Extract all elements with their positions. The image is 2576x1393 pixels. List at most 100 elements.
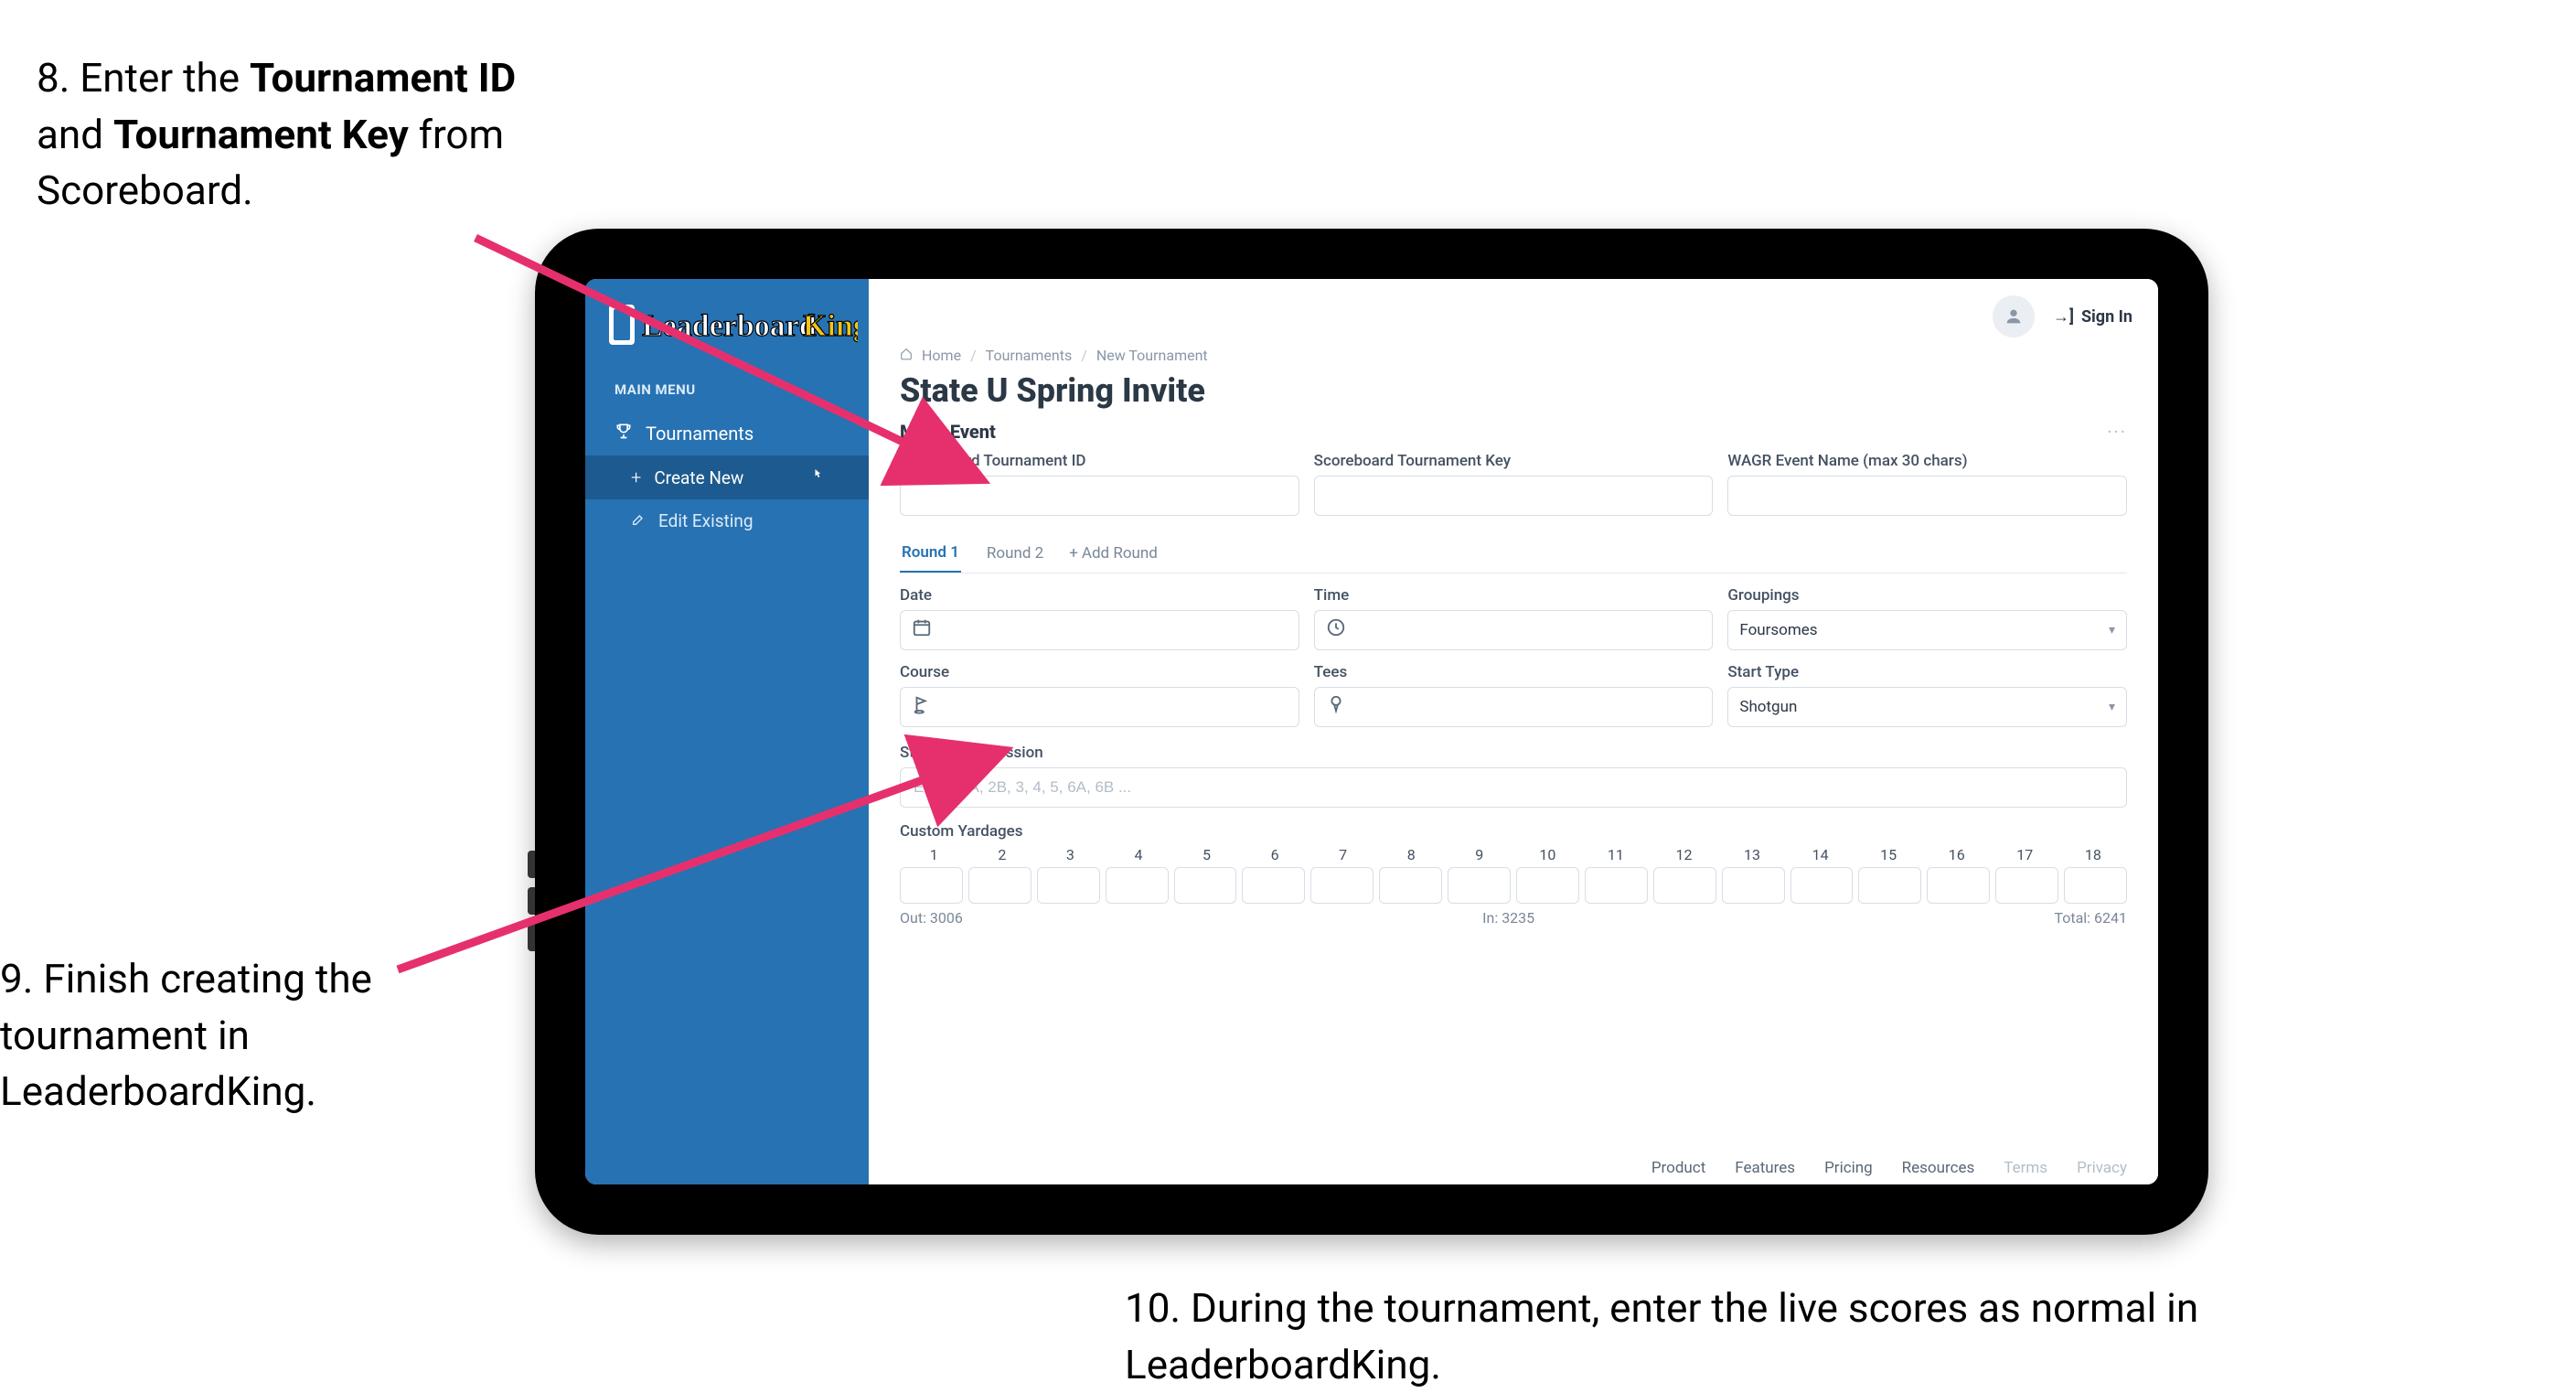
edit-icon [631, 512, 646, 530]
field-label: Custom Yardages [900, 822, 2127, 841]
tab-round-1[interactable]: Round 1 [900, 534, 961, 573]
app-main: →] Sign In Home / Tournaments / New Tour… [869, 279, 2158, 1184]
field-label: Scoreboard Tournament ID [900, 452, 1299, 470]
user-icon [2004, 306, 2024, 327]
clock-icon [1326, 617, 1346, 643]
field-label: Scoreboard Tournament Key [1314, 452, 1714, 470]
yardage-input[interactable] [1310, 867, 1374, 904]
hole-num: 2 [968, 846, 1037, 867]
yardage-input[interactable] [1722, 867, 1785, 904]
text: 8. Enter the [37, 54, 250, 102]
avatar[interactable] [1993, 295, 2035, 338]
yardage-input[interactable] [1927, 867, 1990, 904]
step10-annotation: 10. During the tournament, enter the liv… [1125, 1280, 2314, 1393]
field-groupings: Groupings Foursomes ▾ [1727, 586, 2127, 650]
hole-num: 5 [1172, 846, 1241, 867]
hole-num: 11 [1582, 846, 1651, 867]
footer-resources[interactable]: Resources [1902, 1159, 1975, 1177]
logo: Leaderboard King [585, 295, 869, 378]
tablet-screen: Leaderboard King MAIN MENU Tournaments +… [585, 279, 2158, 1184]
field-start-type: Start Type Shotgun ▾ [1727, 663, 2127, 727]
yardage-input[interactable] [1790, 867, 1854, 904]
sidebar-item-label: Edit Existing [658, 510, 754, 531]
chevron-down-icon: ▾ [2109, 623, 2115, 638]
calendar-icon [912, 617, 932, 643]
time-input[interactable] [1314, 610, 1714, 650]
yardage-input[interactable] [968, 867, 1031, 904]
yardage-input[interactable] [1585, 867, 1648, 904]
sidebar-item-create-new[interactable]: + Create New [585, 455, 869, 499]
yardage-input[interactable] [2064, 867, 2127, 904]
out-total: Out: 3006 [900, 909, 963, 927]
select-value: Shotgun [1739, 698, 1797, 716]
scoreboard-key-input[interactable] [1314, 476, 1714, 516]
field-label: Start Type [1727, 663, 2127, 681]
add-round-button[interactable]: +Add Round [1069, 544, 1158, 563]
field-label: Starting Progression [900, 744, 2127, 762]
yardage-input[interactable] [1242, 867, 1305, 904]
field-course: Course [900, 663, 1299, 727]
footer-privacy[interactable]: Privacy [2077, 1159, 2127, 1177]
plus-icon: + [631, 466, 641, 488]
date-input[interactable] [900, 610, 1299, 650]
tablet-device: Leaderboard King MAIN MENU Tournaments +… [535, 229, 2208, 1235]
sidebar-item-tournaments[interactable]: Tournaments [585, 411, 869, 455]
select-value: Foursomes [1739, 621, 1817, 639]
hole-num: 3 [1036, 846, 1105, 867]
hole-num: 13 [1718, 846, 1787, 867]
home-icon[interactable] [900, 347, 913, 364]
footer-pricing[interactable]: Pricing [1824, 1159, 1873, 1177]
top-fields-row: Scoreboard Tournament ID Scoreboard Tour… [869, 448, 2158, 516]
scoreboard-id-input[interactable] [900, 476, 1299, 516]
hole-num: 14 [1786, 846, 1855, 867]
svg-text:Leaderboard: Leaderboard [642, 309, 817, 343]
hole-num: 17 [1991, 846, 2059, 867]
hole-num: 8 [1377, 846, 1446, 867]
hole-num: 6 [1241, 846, 1309, 867]
yardage-input[interactable] [1858, 867, 1921, 904]
text: 10. During the tournament, enter the liv… [1125, 1284, 2198, 1388]
yardage-input[interactable] [1448, 867, 1511, 904]
course-input[interactable] [900, 687, 1299, 727]
page-title: State U Spring Invite [869, 364, 2158, 421]
yardage-input[interactable] [1379, 867, 1442, 904]
footer-terms[interactable]: Terms [2004, 1159, 2047, 1177]
breadcrumb-new-tournament: New Tournament [1096, 347, 1208, 364]
breadcrumb-tournaments[interactable]: Tournaments [986, 347, 1073, 364]
sidebar-item-label: Create New [654, 467, 743, 488]
field-label: Tees [1314, 663, 1714, 681]
breadcrumb: Home / Tournaments / New Tournament [869, 341, 2158, 364]
round-tabs: Round 1 Round 2 +Add Round [900, 534, 2127, 573]
chevron-down-icon: ▾ [2109, 700, 2115, 714]
yardage-input[interactable] [1174, 867, 1237, 904]
grand-total: Total: 6241 [2054, 909, 2127, 927]
field-tees: Tees [1314, 663, 1714, 727]
yardage-input[interactable] [1653, 867, 1716, 904]
section-menu-button[interactable]: ··· [2107, 421, 2127, 443]
groupings-select[interactable]: Foursomes ▾ [1727, 610, 2127, 650]
hole-num: 9 [1446, 846, 1514, 867]
plus-icon: + [1069, 544, 1078, 563]
yardage-totals: Out: 3006 In: 3235 Total: 6241 [900, 904, 2127, 927]
field-date: Date [900, 586, 1299, 650]
footer-product[interactable]: Product [1651, 1159, 1705, 1177]
hole-num: 15 [1855, 846, 1923, 867]
breadcrumb-sep: / [970, 347, 977, 364]
yardage-input[interactable] [1106, 867, 1169, 904]
yardage-input[interactable] [1995, 867, 2058, 904]
field-label: Time [1314, 586, 1714, 605]
starting-progression-input[interactable] [900, 767, 2127, 808]
footer-features[interactable]: Features [1735, 1159, 1795, 1177]
breadcrumb-home[interactable]: Home [922, 347, 961, 364]
yardage-input[interactable] [1516, 867, 1579, 904]
field-label: Date [900, 586, 1299, 605]
sign-in-button[interactable]: →] Sign In [2053, 307, 2132, 327]
start-type-select[interactable]: Shotgun ▾ [1727, 687, 2127, 727]
yardage-input[interactable] [900, 867, 963, 904]
menu-header: MAIN MENU [585, 378, 869, 411]
tees-input[interactable] [1314, 687, 1714, 727]
tab-round-2[interactable]: Round 2 [985, 535, 1045, 572]
wagr-name-input[interactable] [1727, 476, 2127, 516]
sidebar-item-edit-existing[interactable]: Edit Existing [585, 499, 869, 542]
yardage-input[interactable] [1037, 867, 1100, 904]
